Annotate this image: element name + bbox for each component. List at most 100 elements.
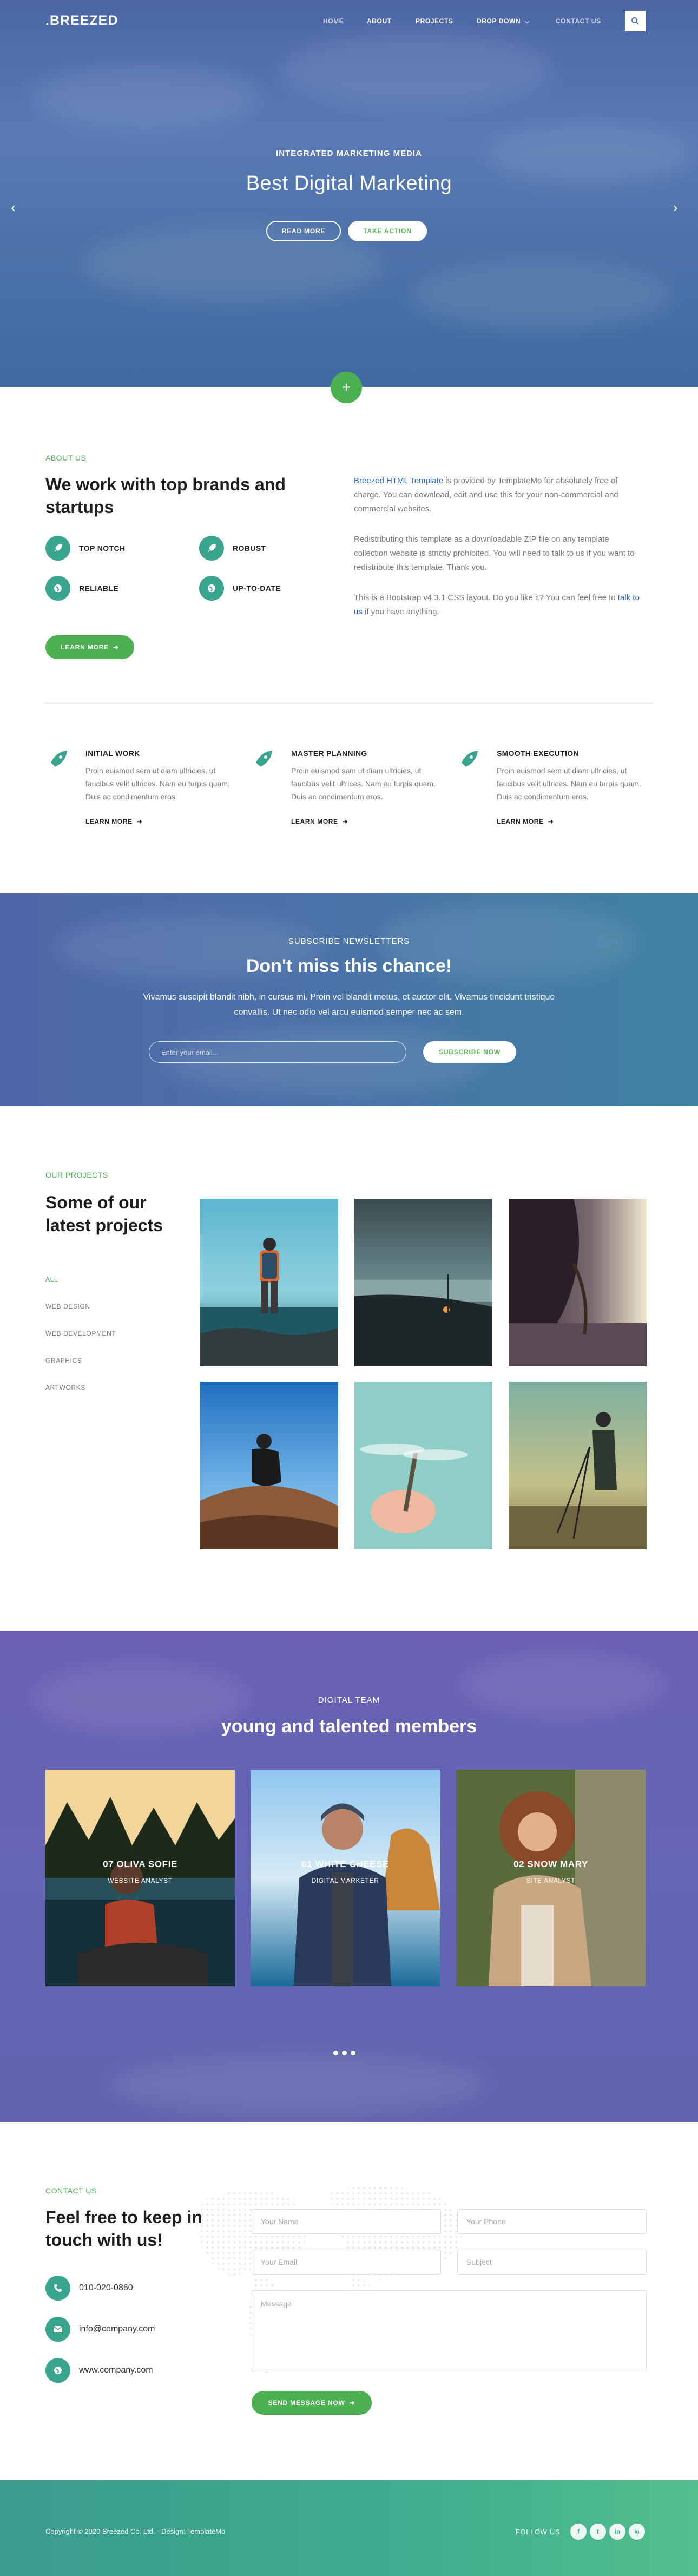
filter-all[interactable]: ALL <box>45 1276 58 1283</box>
carousel-dot[interactable] <box>351 2051 355 2055</box>
globe-icon <box>45 2358 70 2383</box>
subscribe-section: SUBSCRIBE NEWSLETTERS Don't miss this ch… <box>0 893 698 1106</box>
arrow-right-icon: ➜ <box>113 643 119 651</box>
subject-input[interactable] <box>457 2250 647 2275</box>
about-label: ABOUT US <box>45 454 87 462</box>
project-image-shipwreck[interactable] <box>509 1199 647 1366</box>
email-input[interactable] <box>252 2250 441 2275</box>
prev-slide-icon[interactable]: ‹ <box>11 199 16 216</box>
shipwreck-illustration <box>509 1199 647 1366</box>
newsletter-email-input[interactable] <box>149 1041 406 1063</box>
facebook-icon[interactable]: f <box>570 2524 587 2540</box>
filter-web-development[interactable]: WEB DEVELOPMENT <box>45 1330 116 1337</box>
rocket-icon <box>199 536 224 561</box>
contact-email-text[interactable]: info@company.com <box>79 2324 155 2334</box>
plus-icon: + <box>341 379 351 396</box>
rocket-icon <box>45 536 70 561</box>
feature-label: RELIABLE <box>79 584 119 593</box>
subscribe-button[interactable]: SUBSCRIBE NOW <box>423 1041 516 1063</box>
filter-web-design[interactable]: WEB DESIGN <box>45 1303 90 1310</box>
take-action-button[interactable]: TAKE ACTION <box>348 221 427 241</box>
filter-artworks[interactable]: ARTWORKS <box>45 1384 85 1391</box>
service-learn-more-link[interactable]: LEARN MORE ➜ <box>85 818 142 825</box>
about-paragraph-2: Redistributing this template as a downlo… <box>354 535 635 572</box>
arrow-right-icon: ➜ <box>136 818 143 825</box>
service-learn-more-label: LEARN MORE <box>291 818 338 825</box>
phone-icon <box>45 2276 70 2301</box>
brand-logo[interactable]: .BREEZED <box>45 13 118 29</box>
hiker-illustration <box>200 1199 338 1366</box>
globe-icon <box>45 576 70 601</box>
arrow-right-icon: ➜ <box>342 818 348 825</box>
about-p3-text: This is a Bootstrap v4.3.1 CSS layout. D… <box>354 593 618 602</box>
team-title: young and talented members <box>221 1716 477 1737</box>
service-text: Proin euismod sem ut diam ultricies, ut … <box>497 766 641 801</box>
project-image-crouching[interactable] <box>200 1382 338 1549</box>
template-link[interactable]: Breezed HTML Template <box>354 476 443 485</box>
service-text: Proin euismod sem ut diam ultricies, ut … <box>291 766 436 801</box>
search-icon <box>631 17 639 25</box>
name-input[interactable] <box>252 2209 441 2234</box>
feature-up-to-date: UP-TO-DATE <box>199 576 281 601</box>
learn-more-button[interactable]: LEARN MORE ➜ <box>45 635 134 659</box>
globe-icon <box>199 576 224 601</box>
hero-title: Best Digital Marketing <box>246 172 452 195</box>
team-section: DIGITAL TEAM young and talented members <box>0 1631 698 2122</box>
twitter-icon[interactable]: t <box>590 2524 606 2540</box>
project-image-photographer[interactable] <box>509 1382 647 1549</box>
nav-dropdown-label: DROP DOWN <box>477 17 521 25</box>
crouching-illustration <box>200 1382 338 1549</box>
instagram-icon[interactable]: ig <box>629 2524 645 2540</box>
project-image-dragonfly[interactable] <box>354 1382 492 1549</box>
feature-label: TOP NOTCH <box>79 544 126 553</box>
subscribe-label: SUBSCRIBE NEWSLETTERS <box>288 937 410 946</box>
project-image-beach[interactable] <box>354 1199 492 1366</box>
send-message-label: SEND MESSAGE NOW <box>268 2399 345 2407</box>
projects-label: OUR PROJECTS <box>45 1171 108 1179</box>
member-role: WEBSITE ANALYST <box>108 1877 173 1884</box>
phone-input[interactable] <box>457 2209 647 2234</box>
feature-label: ROBUST <box>233 544 266 553</box>
contact-label: CONTACT US <box>45 2186 97 2195</box>
next-slide-icon[interactable]: › <box>673 199 678 216</box>
send-message-button[interactable]: SEND MESSAGE NOW ➜ <box>252 2391 372 2415</box>
service-learn-more-link[interactable]: LEARN MORE ➜ <box>291 818 348 825</box>
service-learn-more-link[interactable]: LEARN MORE ➜ <box>497 818 554 825</box>
follow-us-label: FOLLOW US <box>516 2528 560 2536</box>
hero-subtitle: INTEGRATED MARKETING MEDIA <box>276 149 422 158</box>
carousel-dot[interactable] <box>342 2051 347 2055</box>
feature-label: UP-TO-DATE <box>233 584 281 593</box>
rocket-icon <box>45 748 69 775</box>
search-button[interactable] <box>625 11 646 31</box>
divider <box>45 703 653 704</box>
carousel-dot[interactable] <box>333 2051 338 2055</box>
filter-graphics[interactable]: GRAPHICS <box>45 1357 82 1364</box>
service-learn-more-label: LEARN MORE <box>85 818 133 825</box>
plus-button[interactable]: + <box>331 372 362 403</box>
member-name: 01 WHITE CHEESE <box>301 1859 390 1869</box>
nav-about[interactable]: ABOUT <box>367 17 392 25</box>
photographer-illustration <box>509 1382 647 1549</box>
rocket-icon <box>456 748 480 775</box>
dragonfly-illustration <box>354 1382 492 1549</box>
feature-reliable: RELIABLE <box>45 576 118 601</box>
linkedin-icon[interactable]: in <box>609 2524 625 2540</box>
nav-contact[interactable]: CONTACT US <box>556 17 601 25</box>
beach-illustration <box>354 1199 492 1366</box>
contact-phone-text: 010-020-0860 <box>79 2283 133 2292</box>
arrow-right-icon: ➜ <box>349 2399 355 2407</box>
read-more-button[interactable]: READ MORE <box>266 221 341 241</box>
team-label: DIGITAL TEAM <box>318 1696 380 1705</box>
message-textarea[interactable] <box>252 2290 647 2371</box>
footer: Copyright © 2020 Breezed Co. Ltd. - Desi… <box>0 2480 698 2576</box>
nav-dropdown[interactable]: DROP DOWN ⌵ <box>477 17 529 25</box>
member-role: SITE ANALYST <box>526 1877 576 1884</box>
contact-website-text[interactable]: www.company.com <box>79 2365 153 2375</box>
nav-projects[interactable]: PROJECTS <box>416 17 453 25</box>
service-title: SMOOTH EXECUTION <box>497 749 579 758</box>
subscribe-text: Vivamus suscipit blandit nibh, in cursus… <box>143 993 555 1017</box>
project-image-hiker[interactable] <box>200 1199 338 1366</box>
learn-more-label: LEARN MORE <box>61 643 109 651</box>
about-p3-end: if you have anything. <box>362 607 439 616</box>
nav-home[interactable]: HOME <box>323 17 344 25</box>
